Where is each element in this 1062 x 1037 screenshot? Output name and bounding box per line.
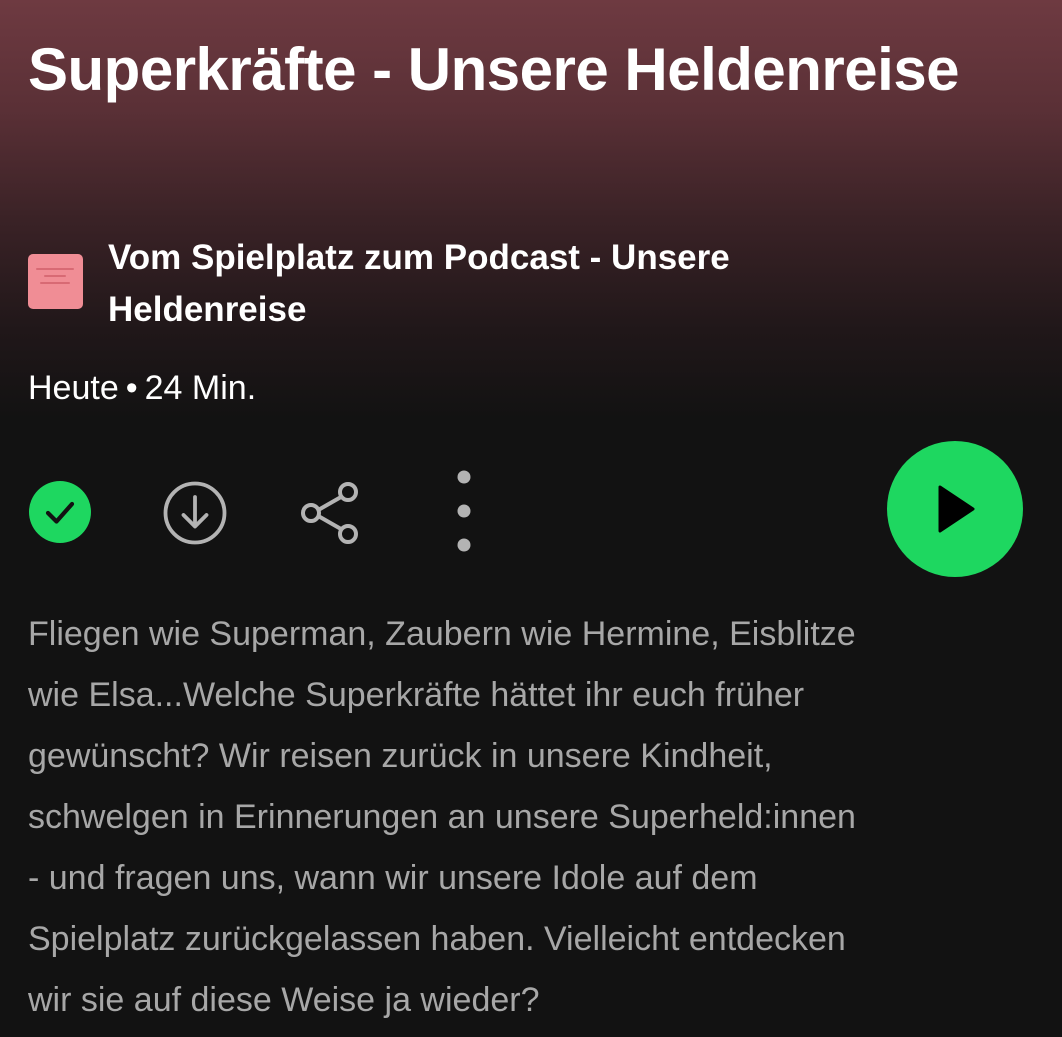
share-icon: [301, 482, 358, 544]
episode-title: Superkräfte - Unsere Heldenreise: [28, 36, 960, 103]
download-circle-icon: [163, 481, 227, 545]
cover-art-line: [36, 268, 74, 270]
more-options-button[interactable]: [444, 468, 484, 554]
action-bar: [0, 440, 1062, 580]
cover-art-line: [40, 282, 70, 284]
show-name-link[interactable]: Vom Spielplatz zum Podcast - Unsere Held…: [108, 232, 868, 336]
more-vertical-icon: [457, 470, 471, 552]
episode-description: Fliegen wie Superman, Zaubern wie Hermin…: [28, 615, 856, 1019]
episode-page: Superkräfte - Unsere Heldenreise Vom Spi…: [0, 0, 1062, 1037]
show-cover-image[interactable]: [28, 254, 83, 309]
added-to-library-button[interactable]: [28, 480, 92, 544]
play-icon: [938, 485, 975, 533]
show-row[interactable]: Vom Spielplatz zum Podcast - Unsere Held…: [28, 232, 1028, 342]
download-button[interactable]: [162, 480, 228, 546]
play-button[interactable]: [887, 441, 1023, 577]
episode-duration: 24 Min.: [144, 369, 257, 407]
cover-art-line: [44, 275, 66, 277]
episode-meta: Heute • 24 Min.: [28, 364, 256, 412]
meta-separator: •: [125, 369, 138, 407]
release-date: Heute: [28, 369, 119, 407]
share-button[interactable]: [296, 478, 366, 548]
check-circle-icon: [29, 481, 91, 543]
